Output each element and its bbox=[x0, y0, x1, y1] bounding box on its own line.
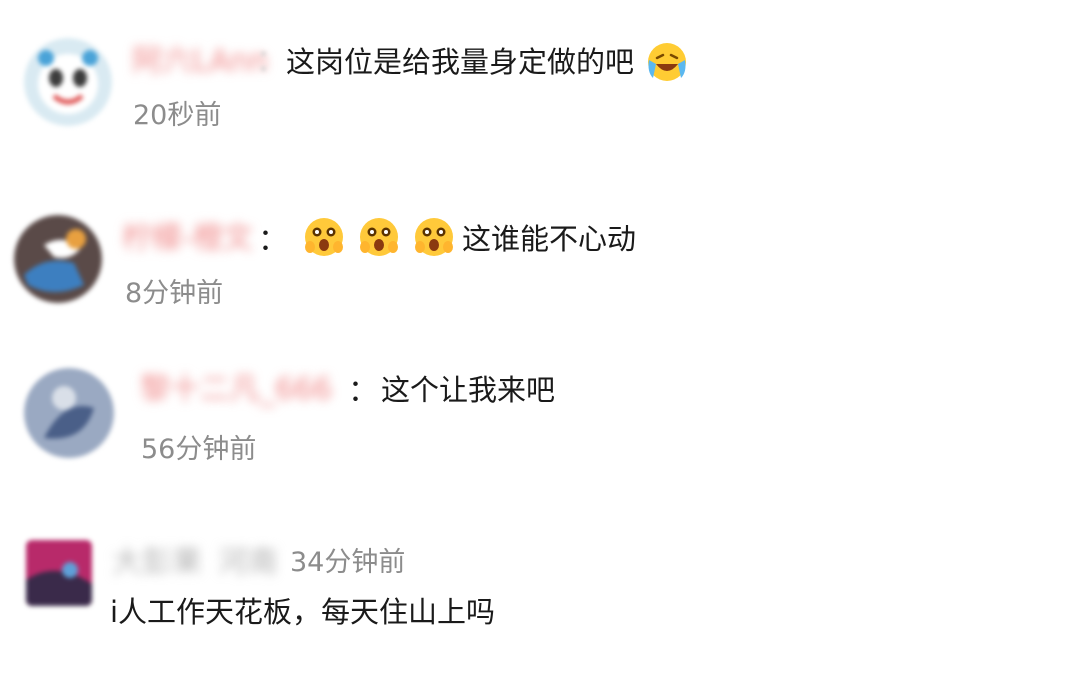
username-separator: ： bbox=[256, 44, 286, 79]
comment-time: 56分钟前 bbox=[141, 434, 257, 465]
user-avatar[interactable] bbox=[24, 368, 114, 458]
comment-list: 阿六LAnn ： 这岗位是给我量身定做的吧 20秒前 柠檬-橙文 ： 这谁能不心… bbox=[0, 0, 1080, 678]
username[interactable]: 黎十二凡_666 bbox=[140, 370, 332, 410]
username[interactable]: 柠檬-橙文 bbox=[122, 219, 253, 259]
user-avatar[interactable] bbox=[14, 215, 102, 303]
comment-text: 这岗位是给我量身定做的吧 bbox=[286, 45, 635, 79]
comment-text: 这个让我来吧 bbox=[381, 373, 556, 407]
comment-time: 34分钟前 bbox=[290, 547, 406, 578]
excited-face-emoji-icon bbox=[415, 218, 453, 256]
crying-laughing-emoji-icon bbox=[648, 43, 686, 81]
excited-face-emoji-icon bbox=[360, 218, 398, 256]
username-separator: ： bbox=[258, 223, 288, 258]
user-avatar[interactable] bbox=[26, 540, 92, 606]
username[interactable]: 大彭果 bbox=[112, 543, 202, 583]
excited-face-emoji-icon bbox=[305, 218, 343, 256]
comment-time: 20秒前 bbox=[133, 100, 222, 131]
user-avatar[interactable] bbox=[24, 38, 112, 126]
comment-text: 这谁能不心动 bbox=[462, 222, 637, 256]
user-location: 河南 bbox=[218, 545, 278, 580]
comment-text: i人工作天花板，每天住山上吗 bbox=[110, 595, 496, 629]
comment-time: 8分钟前 bbox=[125, 278, 224, 309]
username-separator: ： bbox=[348, 374, 378, 409]
username[interactable]: 阿六LAnn bbox=[132, 42, 268, 82]
